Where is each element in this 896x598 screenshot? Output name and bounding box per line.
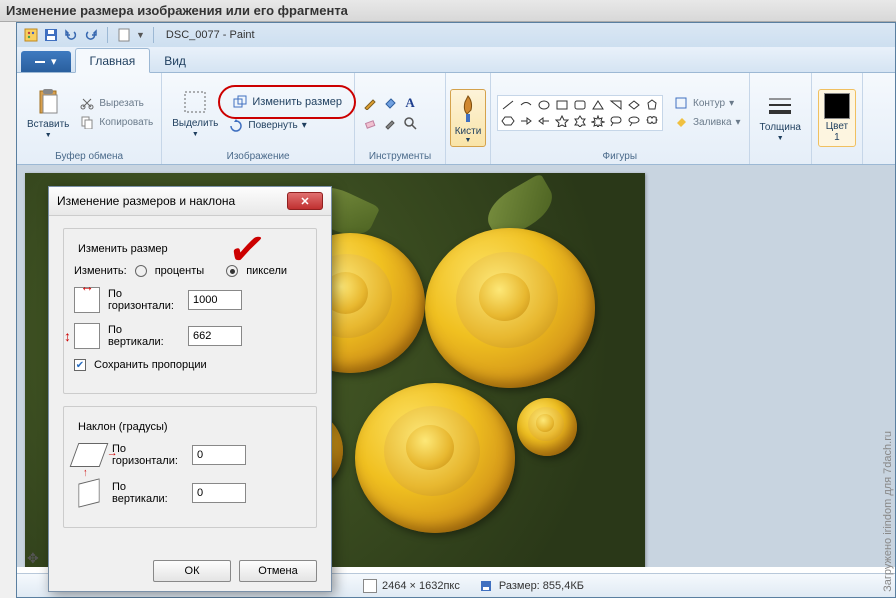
pencil-tool[interactable] [361, 94, 379, 112]
window-title: DSC_0077 - Paint [166, 29, 255, 41]
group-color1: Цвет 1 [812, 73, 863, 164]
group-image: Выделить▼ Изменить размер Повернуть ▾ Из… [162, 73, 355, 164]
group-tools: A Инструменты [355, 73, 446, 164]
cut-button[interactable]: Вырезать [77, 94, 155, 112]
article-heading: Изменение размера изображения или его фр… [0, 0, 896, 22]
save-icon[interactable] [43, 27, 59, 43]
copy-button[interactable]: Копировать [77, 113, 155, 131]
redo-icon[interactable] [83, 27, 99, 43]
fill-icon [673, 114, 689, 130]
tab-home[interactable]: Главная [75, 48, 151, 73]
thickness-button[interactable]: Толщина▼ [756, 92, 805, 144]
keep-aspect-checkbox[interactable]: ✔ [74, 359, 86, 371]
undo-icon[interactable] [63, 27, 79, 43]
ribbon: Вставить▼ Вырезать Копировать Буфер обме… [17, 73, 895, 165]
scissors-icon [79, 95, 95, 111]
picker-tool[interactable] [381, 114, 399, 132]
vertical-input[interactable] [188, 326, 242, 346]
tab-view[interactable]: Вид [150, 49, 200, 72]
status-filesize: Размер: 855,4КБ [478, 578, 584, 594]
dialog-titlebar[interactable]: Изменение размеров и наклона ✕ [49, 187, 331, 216]
document-icon [116, 27, 132, 43]
close-button[interactable]: ✕ [287, 192, 323, 210]
shape-outline-button[interactable]: Контур ▾ [671, 94, 743, 112]
status-dimensions: 2464 × 1632пкс [363, 579, 460, 593]
vertical-dim-icon [74, 323, 100, 349]
text-tool[interactable]: A [401, 94, 419, 112]
copy-icon [79, 114, 95, 130]
save-icon [478, 578, 494, 594]
file-menu-button[interactable]: ▾ [21, 51, 71, 72]
magnifier-tool[interactable] [401, 114, 419, 132]
fill-tool[interactable] [381, 94, 399, 112]
dimensions-icon [363, 579, 377, 593]
resize-button[interactable]: Изменить размер [226, 91, 348, 113]
cancel-button[interactable]: Отмена [239, 560, 317, 582]
color1-swatch [824, 93, 850, 119]
group-thickness: Толщина▼ [750, 73, 812, 164]
paste-button[interactable]: Вставить▼ [23, 85, 73, 141]
radio-percent[interactable] [135, 265, 147, 277]
outline-icon [673, 95, 689, 111]
radio-pixels[interactable] [226, 265, 238, 277]
select-button[interactable]: Выделить▼ [168, 86, 222, 140]
eraser-tool[interactable] [361, 114, 379, 132]
skew-v-icon [79, 478, 100, 507]
group-clipboard: Вставить▼ Вырезать Копировать Буфер обме… [17, 73, 162, 164]
horizontal-dim-icon [74, 287, 100, 313]
rotate-icon [228, 118, 244, 134]
color1-button[interactable]: Цвет 1 [818, 89, 856, 147]
shape-fill-button[interactable]: Заливка ▾ [671, 113, 743, 131]
shapes-gallery[interactable] [497, 95, 663, 131]
ribbon-tabs: ▾ Главная Вид [17, 47, 895, 73]
quick-access-toolbar: ▼ DSC_0077 - Paint [17, 23, 895, 47]
skew-h-icon [70, 443, 109, 467]
skew-fieldset: Наклон (градусы) По горизонтали: По верт… [63, 406, 317, 528]
skew-v-input[interactable] [192, 483, 246, 503]
resize-icon [232, 94, 248, 110]
move-cursor-icon: ✥ [27, 550, 39, 567]
watermark: Загружено irindom для 7dach.ru [882, 431, 894, 592]
paint-app-icon[interactable] [23, 27, 39, 43]
horizontal-input[interactable] [188, 290, 242, 310]
skew-h-input[interactable] [192, 445, 246, 465]
resize-fieldset: Изменить размер Изменить: проценты пиксе… [63, 228, 317, 394]
resize-skew-dialog: Изменение размеров и наклона ✕ Изменить … [48, 186, 332, 592]
ok-button[interactable]: ОК [153, 560, 231, 582]
group-shapes: Контур ▾ Заливка ▾ Фигуры [491, 73, 750, 164]
group-brushes: Кисти▼ [446, 73, 491, 164]
rotate-button[interactable]: Повернуть ▾ [226, 117, 348, 135]
brushes-button[interactable]: Кисти▼ [450, 89, 486, 147]
